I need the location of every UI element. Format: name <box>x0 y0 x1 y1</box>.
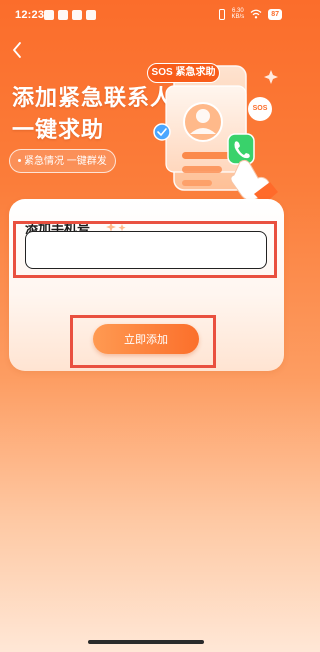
battery-icon: 87 <box>268 8 282 20</box>
notification-icons <box>44 10 96 20</box>
add-now-button[interactable]: 立即添加 <box>93 324 199 354</box>
status-time: 12:23 <box>15 9 45 21</box>
phone-input[interactable] <box>25 231 267 269</box>
app-icon <box>86 10 96 20</box>
sos-tag: SOS 紧急求助 <box>147 63 220 83</box>
bullet-icon <box>18 158 21 162</box>
app-icon <box>58 10 68 20</box>
subtitle-text: 紧急情况 一键群发 <box>24 156 107 167</box>
add-phone-card: 添加手机号 立即添加 <box>9 199 284 371</box>
network-speed-unit: KB/s <box>231 14 245 20</box>
back-button[interactable] <box>10 40 26 60</box>
sos-badge: SOS <box>248 97 272 121</box>
telegram-icon <box>44 10 54 20</box>
app-icon <box>72 10 82 20</box>
network-speed: 6.30 KB/s <box>232 8 245 20</box>
subtitle-badge: 紧急情况 一键群发 <box>9 149 116 173</box>
vibrate-icon <box>218 8 225 20</box>
home-indicator[interactable] <box>88 640 204 644</box>
status-bar: 12:23 6.30 KB/s 87 <box>0 0 292 32</box>
system-icons: 6.30 KB/s 87 <box>218 8 282 20</box>
wifi-icon <box>250 9 262 19</box>
